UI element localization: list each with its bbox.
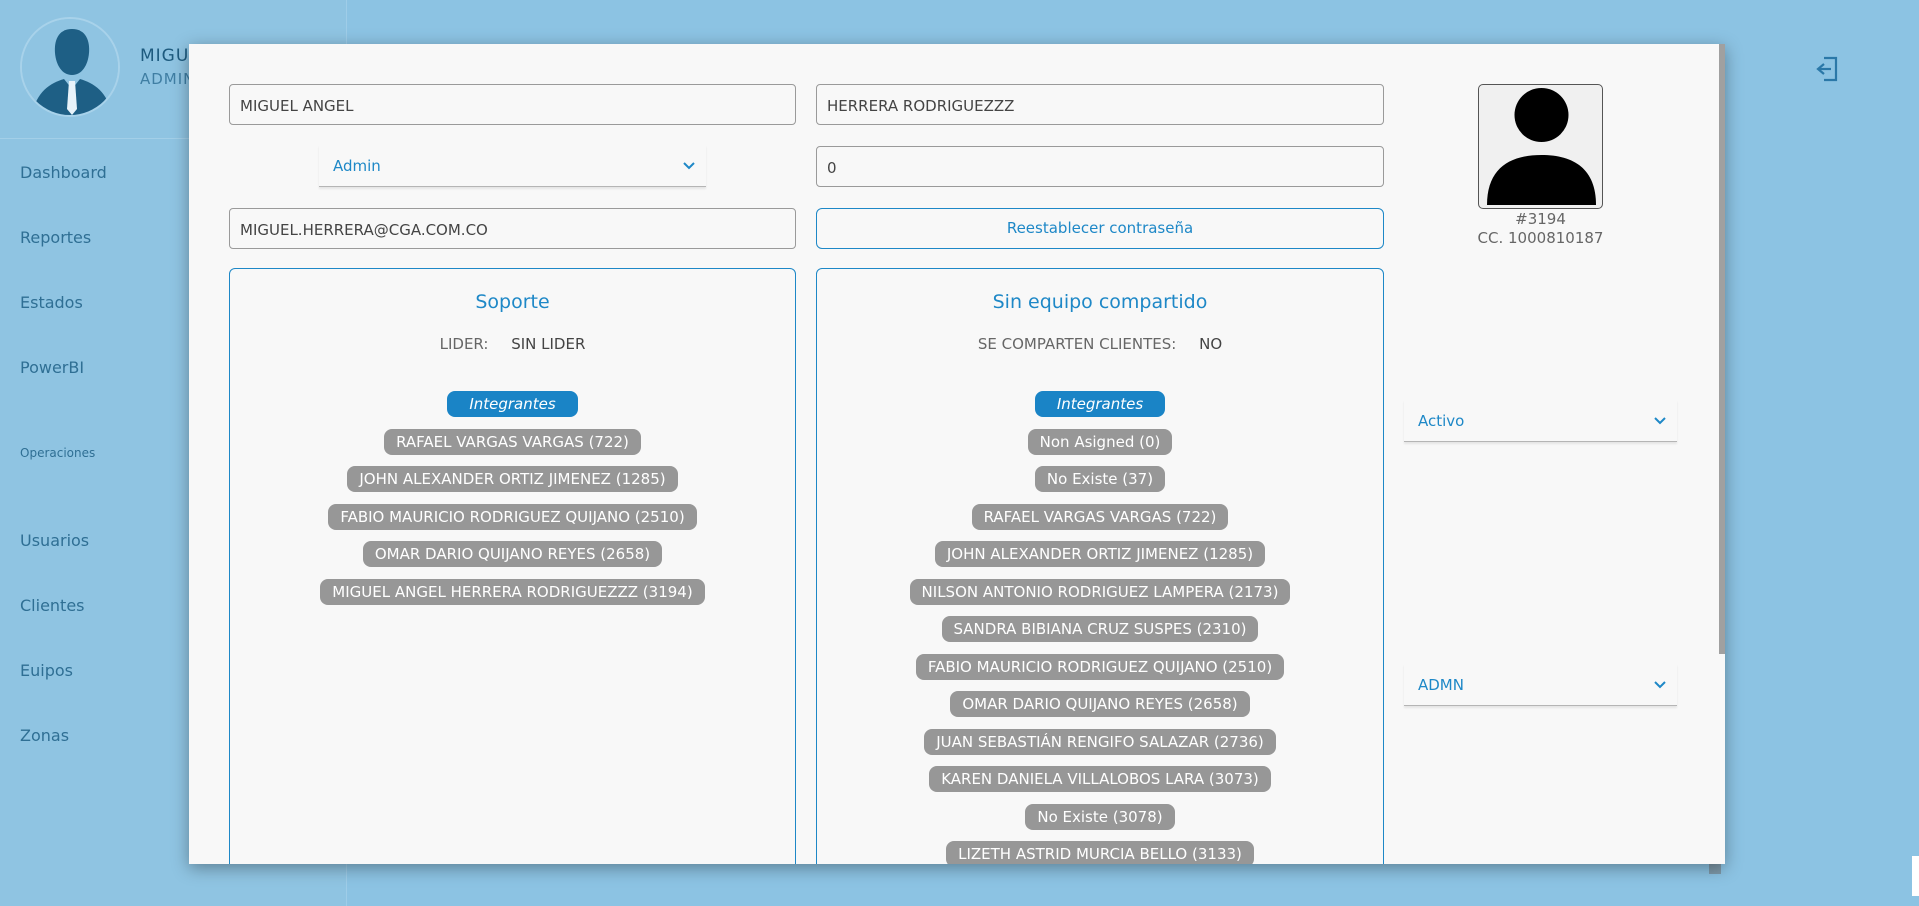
sidebar-item-usuarios[interactable]: Usuarios <box>20 531 89 550</box>
chevron-down-icon <box>1654 417 1666 425</box>
chevron-down-icon <box>683 162 695 170</box>
sidebar-item-dashboard[interactable]: Dashboard <box>20 163 107 182</box>
member-chip: No Existe (3078) <box>1025 803 1175 830</box>
sidebar-section-operaciones: Operaciones <box>20 446 96 460</box>
user-cc: CC. 1000810187 <box>1477 229 1604 247</box>
shared-label: SE COMPARTEN CLIENTES: <box>977 335 1177 353</box>
user-avatar[interactable] <box>20 17 120 117</box>
member-chip: OMAR DARIO QUIJANO REYES (2658) <box>362 541 663 567</box>
user-name: MIGU <box>140 46 190 66</box>
shared-team-panel: Sin equipo compartido SE COMPARTEN CLIEN… <box>816 268 1384 864</box>
member-chip: JOHN ALEXANDER ORTIZ JIMENEZ (1285) <box>934 541 1266 567</box>
member-chip: MIGUEL ANGEL HERRERA RODRIGUEZZZ (3194) <box>320 578 705 605</box>
zone-select[interactable]: ADMN <box>1404 664 1677 706</box>
role-select-value: Admin <box>333 157 381 175</box>
member-chip: Non Asigned (0) <box>1027 428 1173 455</box>
leader-value: SIN LIDER <box>511 335 586 353</box>
last-name-input[interactable]: HERRERA RODRIGUEZZZ <box>816 84 1384 125</box>
member-chip: JUAN SEBASTIÁN RENGIFO SALAZAR (2736) <box>924 728 1276 755</box>
role-select[interactable]: Admin <box>319 145 706 187</box>
member-chip: OMAR DARIO QUIJANO REYES (2658) <box>950 691 1250 717</box>
edit-user-modal: MIGUEL ANGEL HERRERA RODRIGUEZZZ Admin 0… <box>189 44 1725 864</box>
team-leader: LIDER: SIN LIDER <box>230 335 795 353</box>
member-chip: No Existe (37) <box>1034 466 1166 492</box>
sidebar-item-clientes[interactable]: Clientes <box>20 596 85 615</box>
leader-label: LIDER: <box>439 335 489 353</box>
member-chip: JOHN ALEXANDER ORTIZ JIMENEZ (1285) <box>347 466 678 492</box>
number-input[interactable]: 0 <box>816 146 1384 187</box>
sidebar-item-equipos[interactable]: Euipos <box>20 661 73 680</box>
user-silhouette-icon <box>1487 88 1596 205</box>
sidebar-item-powerbi[interactable]: PowerBI <box>20 358 84 377</box>
email-input[interactable]: MIGUEL.HERRERA@CGA.COM.CO <box>229 208 796 249</box>
member-chip: LIZETH ASTRID MURCIA BELLO (3133) <box>946 841 1254 864</box>
team-members-list: Integrantes RAFAEL VARGAS VARGAS (722) J… <box>230 391 795 616</box>
shared-title: Sin equipo compartido <box>992 291 1208 313</box>
shared-members-list: Integrantes Non Asigned (0) No Existe (3… <box>817 391 1383 864</box>
member-chip: SANDRA BIBIANA CRUZ SUSPES (2310) <box>941 616 1259 642</box>
zone-select-value: ADMN <box>1418 676 1464 694</box>
member-chip: RAFAEL VARGAS VARGAS (722) <box>971 503 1229 530</box>
sidebar-item-zonas[interactable]: Zonas <box>20 726 69 745</box>
members-badge[interactable]: Integrantes <box>447 391 578 417</box>
shared-clients: SE COMPARTEN CLIENTES: NO <box>817 335 1383 353</box>
member-chip: NILSON ANTONIO RODRIGUEZ LAMPERA (2173) <box>909 578 1291 605</box>
team-panel: Soporte LIDER: SIN LIDER Integrantes RAF… <box>229 268 796 864</box>
logout-icon[interactable] <box>1812 54 1842 84</box>
sidebar-item-reportes[interactable]: Reportes <box>20 228 91 247</box>
status-select[interactable]: Activo <box>1404 400 1677 442</box>
team-title: Soporte <box>475 291 550 313</box>
user-id: #3194 <box>1515 210 1566 228</box>
modal-scrollbar[interactable] <box>1719 44 1725 654</box>
reset-password-button[interactable]: Reestablecer contraseña <box>816 208 1384 249</box>
member-chip: FABIO MAURICIO RODRIGUEZ QUIJANO (2510) <box>328 503 697 530</box>
member-chip: RAFAEL VARGAS VARGAS (722) <box>384 428 641 455</box>
shared-value: NO <box>1199 335 1223 353</box>
members-badge[interactable]: Integrantes <box>1034 391 1166 417</box>
first-name-input[interactable]: MIGUEL ANGEL <box>229 84 796 125</box>
sidebar-item-estados[interactable]: Estados <box>20 293 83 312</box>
member-chip: KAREN DANIELA VILLALOBOS LARA (3073) <box>929 766 1271 792</box>
user-role: ADMIN <box>140 70 196 88</box>
chevron-down-icon <box>1654 681 1666 689</box>
user-photo[interactable] <box>1478 84 1603 209</box>
member-chip: FABIO MAURICIO RODRIGUEZ QUIJANO (2510) <box>915 653 1285 680</box>
status-select-value: Activo <box>1418 412 1465 430</box>
page-edge <box>1912 856 1919 896</box>
